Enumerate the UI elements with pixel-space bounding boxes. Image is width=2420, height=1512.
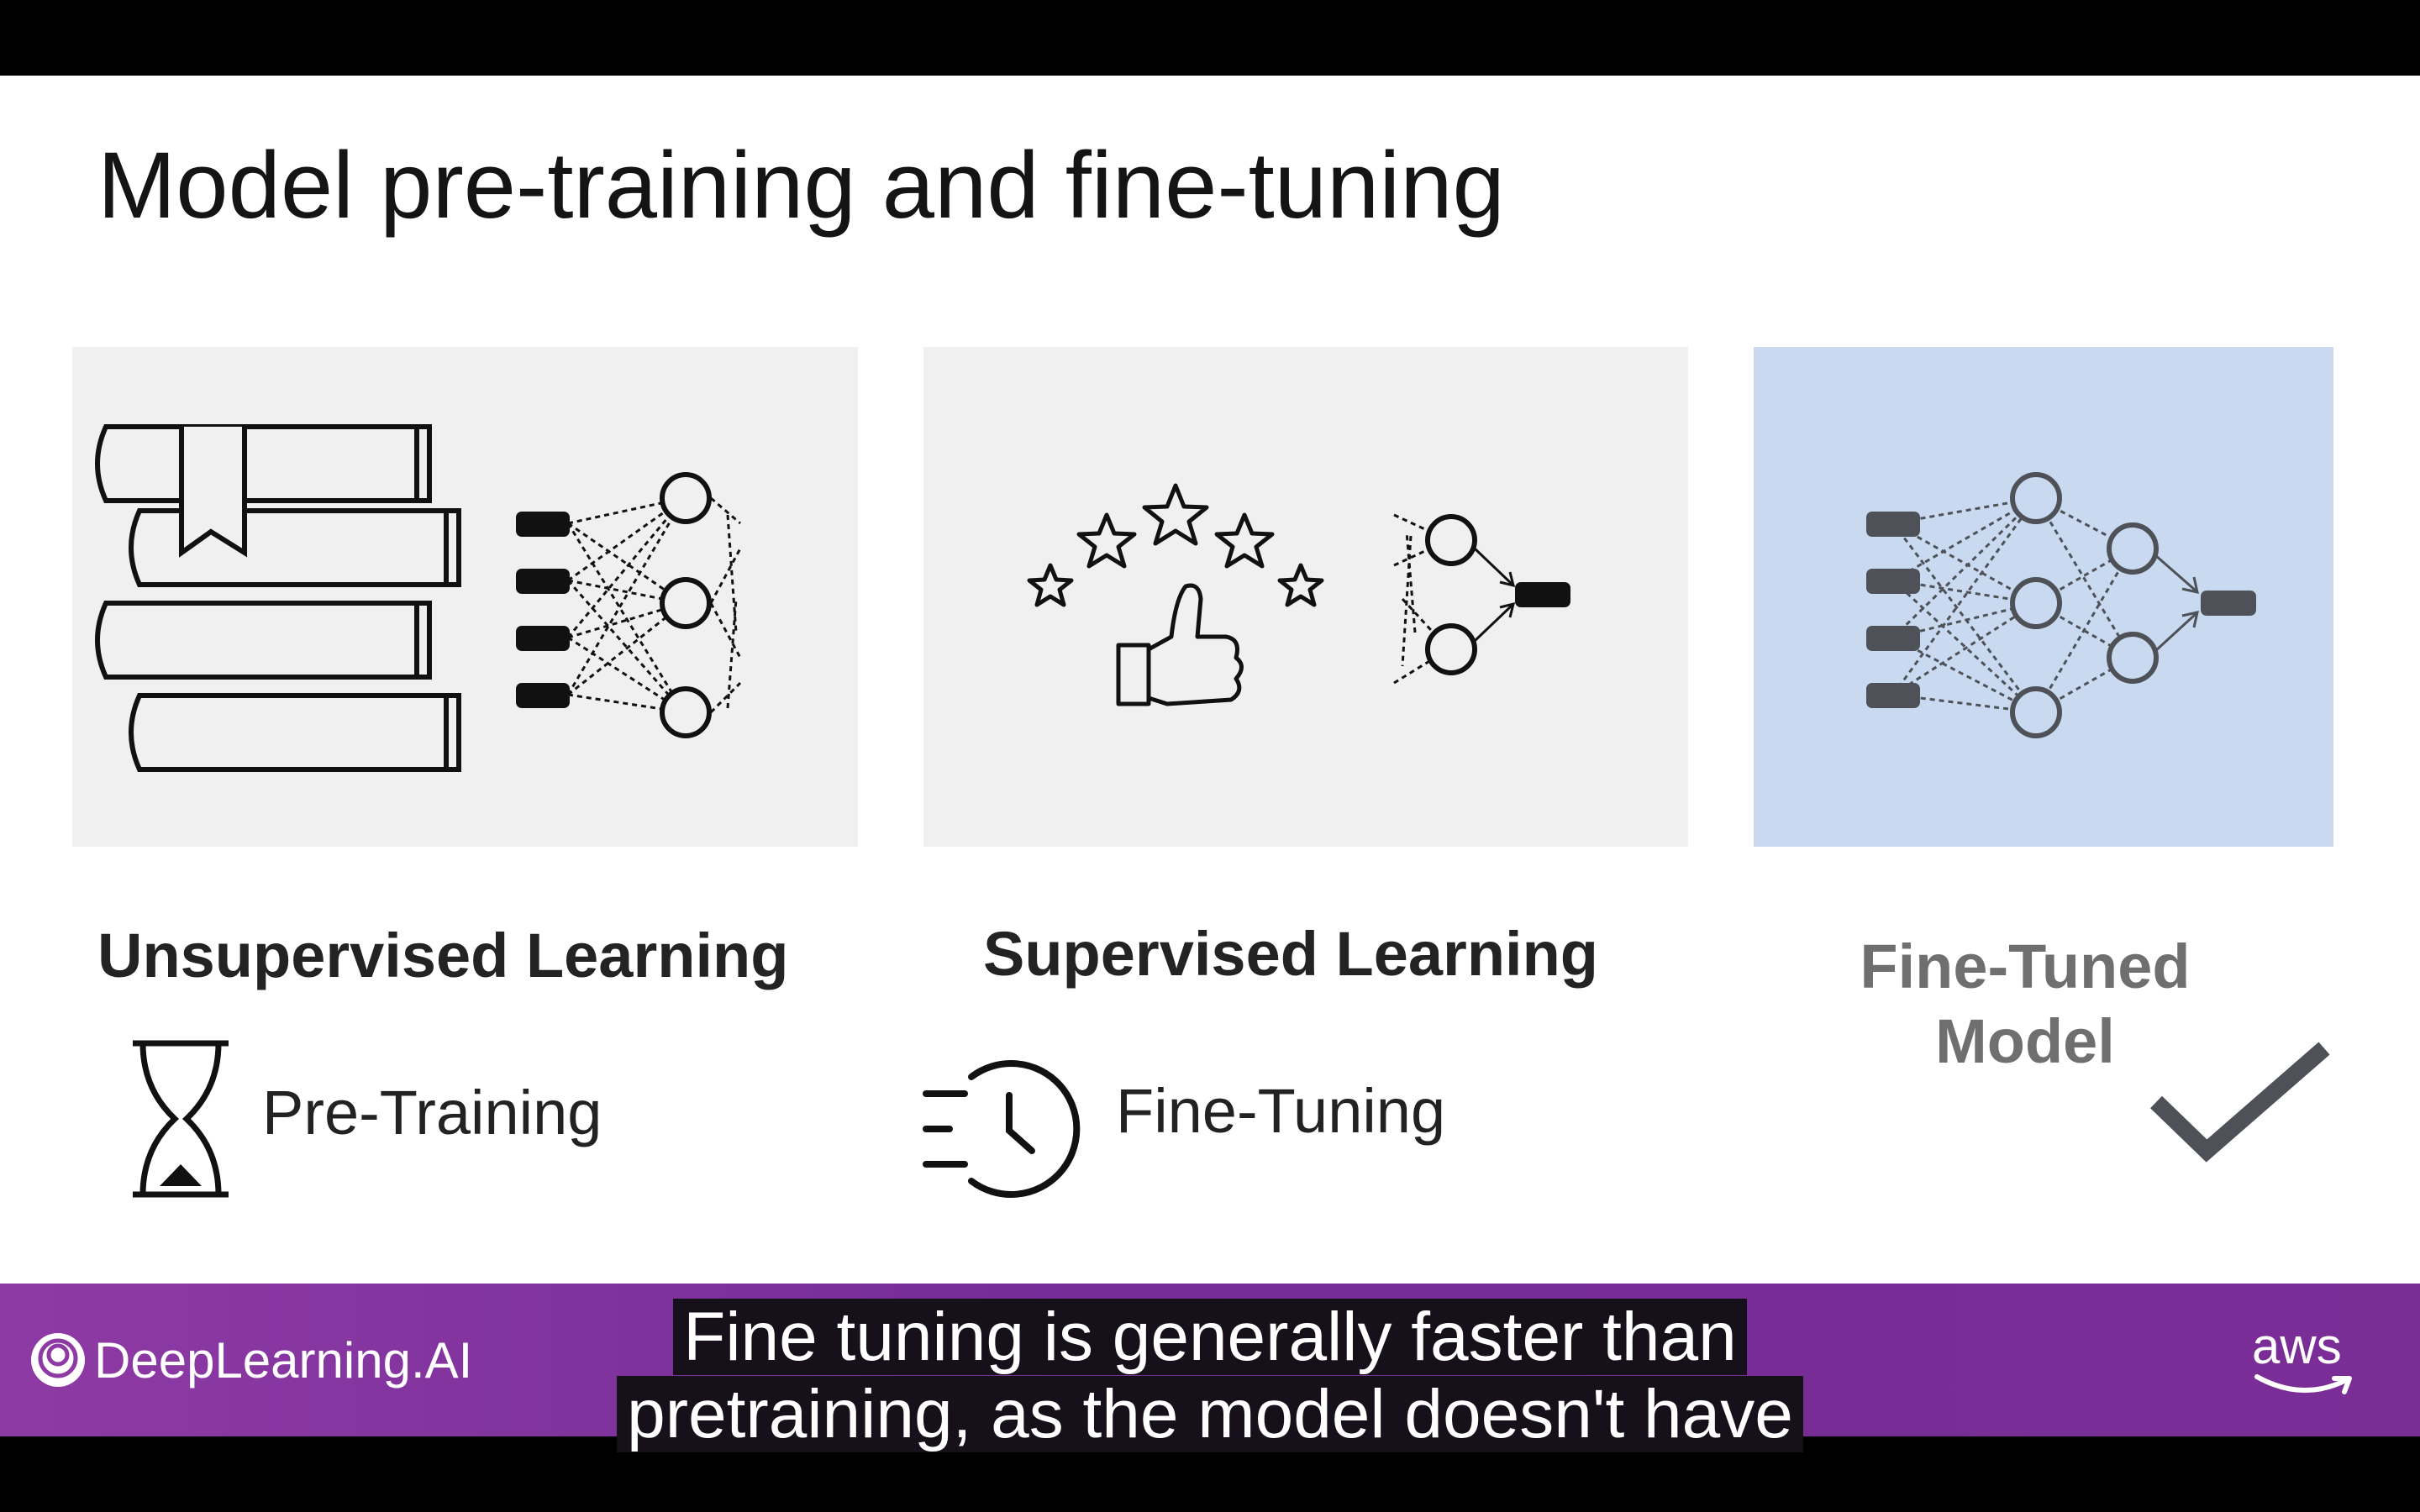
finetuned-model-panel — [1754, 347, 2333, 847]
hourglass-icon — [133, 1040, 229, 1198]
caption-line-1: Fine tuning is generally faster than — [673, 1299, 1747, 1375]
pretraining-label: Pre-Training — [262, 1078, 602, 1147]
finetuned-heading-line1: Fine-Tuned — [1860, 932, 2191, 1001]
video-caption: Fine tuning is generally faster than pre… — [0, 1299, 2420, 1453]
slide: Model pre-training and fine-tuning Unsup… — [0, 76, 2420, 1284]
unsupervised-learning-heading: Unsupervised Learning — [97, 921, 789, 990]
finetuning-label: Fine-Tuning — [1116, 1076, 1446, 1146]
finetuning-panel — [923, 347, 1688, 847]
pretraining-panel — [72, 347, 858, 847]
checkmark-icon — [2150, 1042, 2330, 1163]
rating-network-illustration — [1027, 483, 1570, 706]
books-network-illustration — [95, 424, 742, 772]
finetuned-network-illustration — [1866, 472, 2256, 738]
caption-line-2: pretraining, as the model doesn't have — [617, 1376, 1803, 1452]
slide-title: Model pre-training and fine-tuning — [97, 133, 1505, 238]
fast-clock-icon — [923, 1060, 1081, 1198]
supervised-learning-heading: Supervised Learning — [983, 919, 1598, 989]
